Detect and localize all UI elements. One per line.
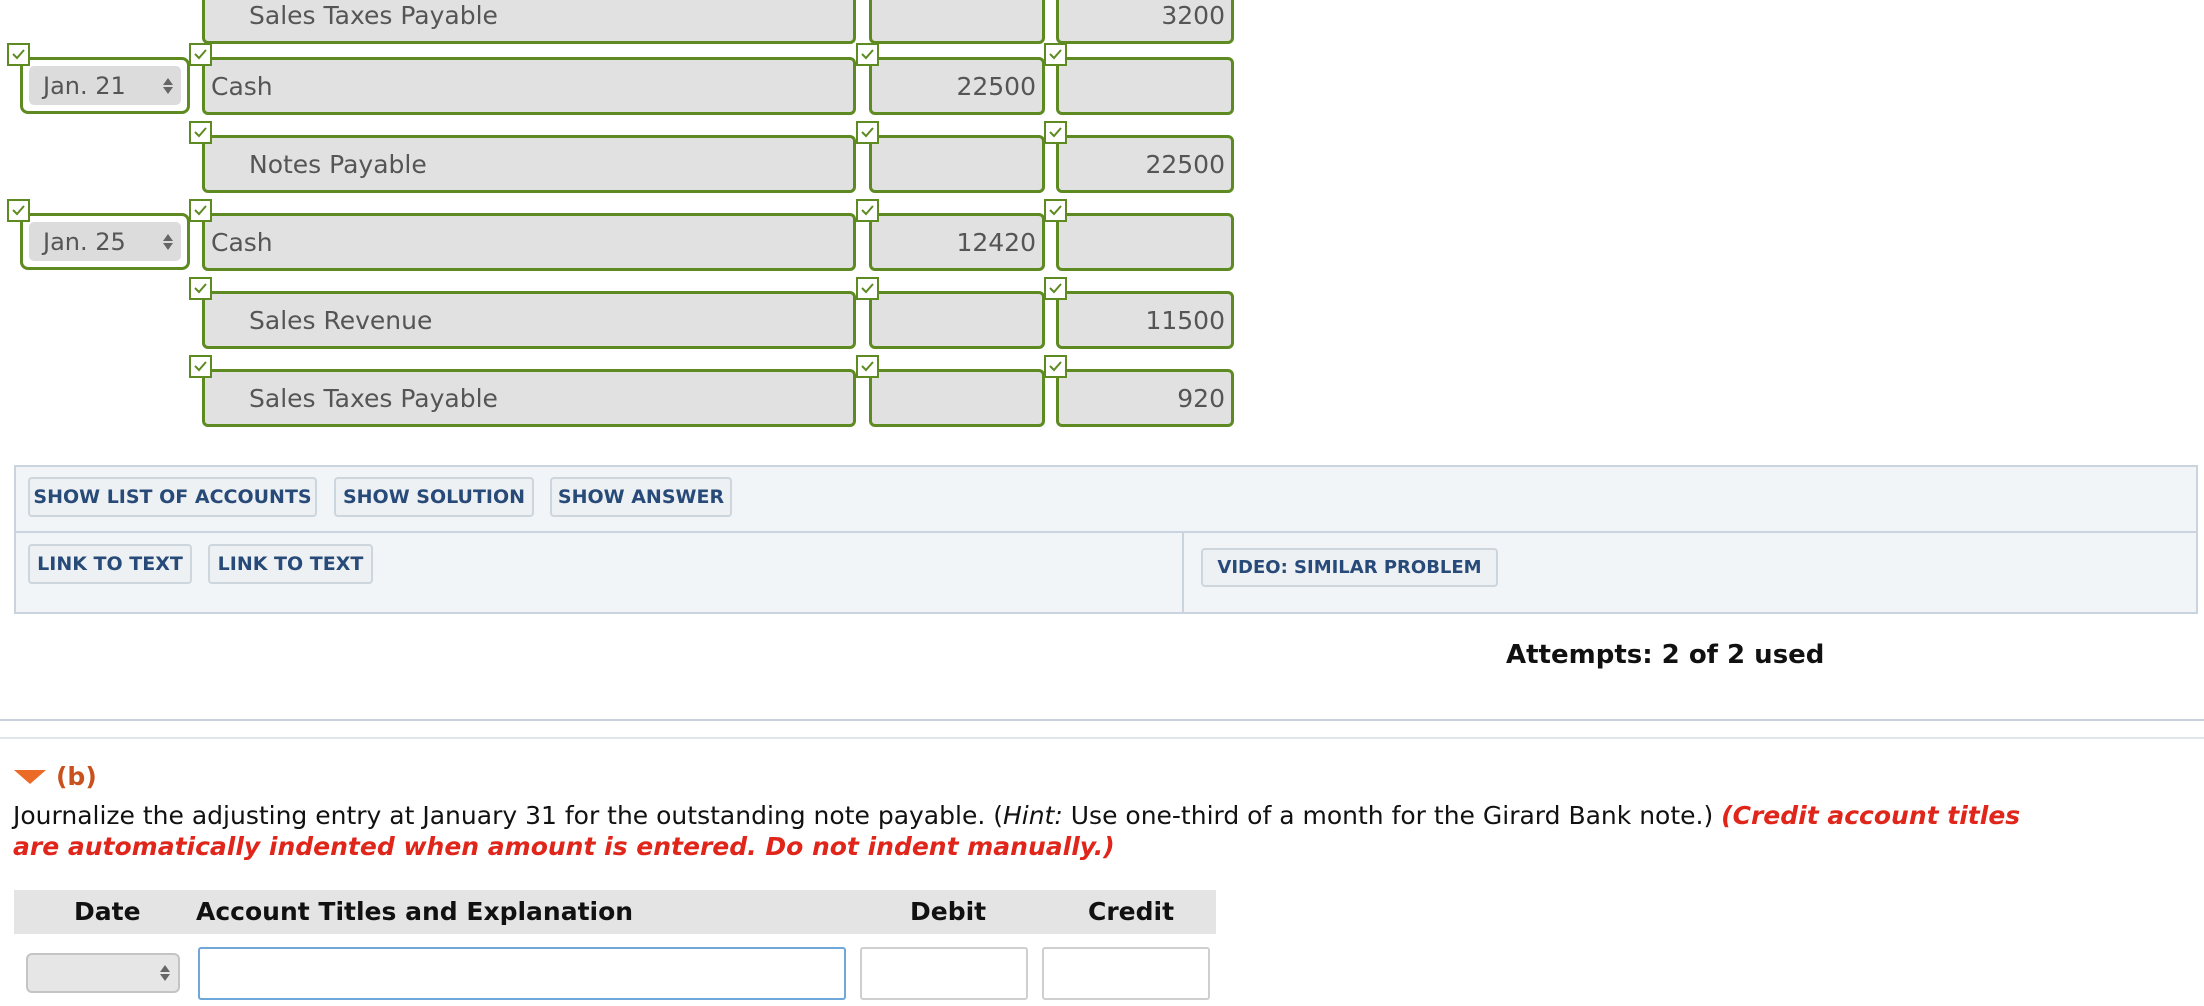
link-to-text-button-2[interactable]: LINK TO TEXT	[208, 544, 373, 584]
show-solution-button[interactable]: SHOW SOLUTION	[334, 477, 534, 517]
date-select[interactable]: Jan. 21	[20, 57, 190, 114]
credit-check-icon	[1044, 43, 1067, 66]
date-select[interactable]: Jan. 25	[20, 213, 190, 270]
video-similar-problem-button[interactable]: VIDEO: SIMILAR PROBLEM	[1201, 548, 1498, 587]
section-divider	[0, 719, 2204, 721]
hint-text: Use one-third of a month for the Girard …	[1062, 801, 1722, 830]
attempts-counter: Attempts: 2 of 2 used	[1506, 640, 1825, 670]
account-title-field[interactable]: Sales Revenue	[202, 291, 856, 349]
header-debit: Debit	[910, 897, 987, 926]
instruction-text: Journalize the adjusting entry at Januar…	[13, 801, 1003, 830]
debit-input[interactable]	[860, 947, 1028, 1000]
account-check-icon	[189, 277, 212, 300]
show-list-of-accounts-button[interactable]: SHOW LIST OF ACCOUNTS	[28, 477, 317, 517]
credit-field[interactable]	[1056, 57, 1234, 115]
debit-check-icon	[856, 277, 879, 300]
credit-check-icon	[1044, 355, 1067, 378]
section-divider-2	[0, 737, 2204, 739]
account-check-icon	[189, 199, 212, 222]
account-title-field[interactable]: Sales Taxes Payable	[202, 369, 856, 427]
account-title-field[interactable]: Sales Taxes Payable	[202, 0, 856, 44]
credit-field[interactable]	[1056, 213, 1234, 271]
part-b-label: (b)	[56, 762, 97, 791]
credit-check-icon	[1044, 121, 1067, 144]
journal-table-header: Date Account Titles and Explanation Debi…	[14, 890, 1216, 934]
account-title-input[interactable]	[198, 947, 846, 1000]
debit-field[interactable]	[869, 135, 1045, 193]
header-date: Date	[74, 897, 141, 926]
debit-field[interactable]	[869, 0, 1045, 44]
date-check-icon	[7, 43, 30, 66]
show-answer-button[interactable]: SHOW ANSWER	[550, 477, 732, 517]
account-check-icon	[189, 355, 212, 378]
credit-input[interactable]	[1042, 947, 1210, 1000]
credit-field[interactable]: 920	[1056, 369, 1234, 427]
select-arrows-icon	[163, 77, 173, 94]
credit-field[interactable]: 3200	[1056, 0, 1234, 44]
panel-vertical-divider	[1182, 531, 1184, 614]
panel-divider	[16, 531, 2196, 533]
credit-field[interactable]: 22500	[1056, 135, 1234, 193]
part-b-toggle[interactable]: (b)	[14, 762, 114, 792]
account-check-icon	[189, 121, 212, 144]
date-check-icon	[7, 199, 30, 222]
date-value: Jan. 21	[29, 66, 181, 105]
credit-check-icon	[1044, 199, 1067, 222]
link-to-text-button[interactable]: LINK TO TEXT	[28, 544, 192, 584]
hint-label: Hint:	[1002, 801, 1063, 830]
account-check-icon	[189, 43, 212, 66]
debit-check-icon	[856, 355, 879, 378]
credit-check-icon	[1044, 277, 1067, 300]
part-b-instructions: Journalize the adjusting entry at Januar…	[13, 800, 2053, 862]
debit-field[interactable]	[869, 291, 1045, 349]
debit-field[interactable]: 12420	[869, 213, 1045, 271]
select-arrows-icon	[160, 965, 170, 981]
select-arrows-icon	[163, 233, 173, 250]
account-title-field[interactable]: Cash	[202, 57, 856, 115]
date-label: Jan. 25	[43, 227, 126, 256]
debit-field[interactable]	[869, 369, 1045, 427]
debit-check-icon	[856, 121, 879, 144]
date-select[interactable]	[26, 953, 180, 993]
date-value: Jan. 25	[29, 222, 181, 261]
header-credit: Credit	[1088, 897, 1175, 926]
debit-check-icon	[856, 199, 879, 222]
debit-field[interactable]: 22500	[869, 57, 1045, 115]
account-title-field[interactable]: Cash	[202, 213, 856, 271]
caret-down-icon	[14, 770, 46, 784]
account-title-field[interactable]: Notes Payable	[202, 135, 856, 193]
date-label: Jan. 21	[43, 71, 126, 100]
credit-field[interactable]: 11500	[1056, 291, 1234, 349]
header-account: Account Titles and Explanation	[196, 897, 634, 926]
debit-check-icon	[856, 43, 879, 66]
